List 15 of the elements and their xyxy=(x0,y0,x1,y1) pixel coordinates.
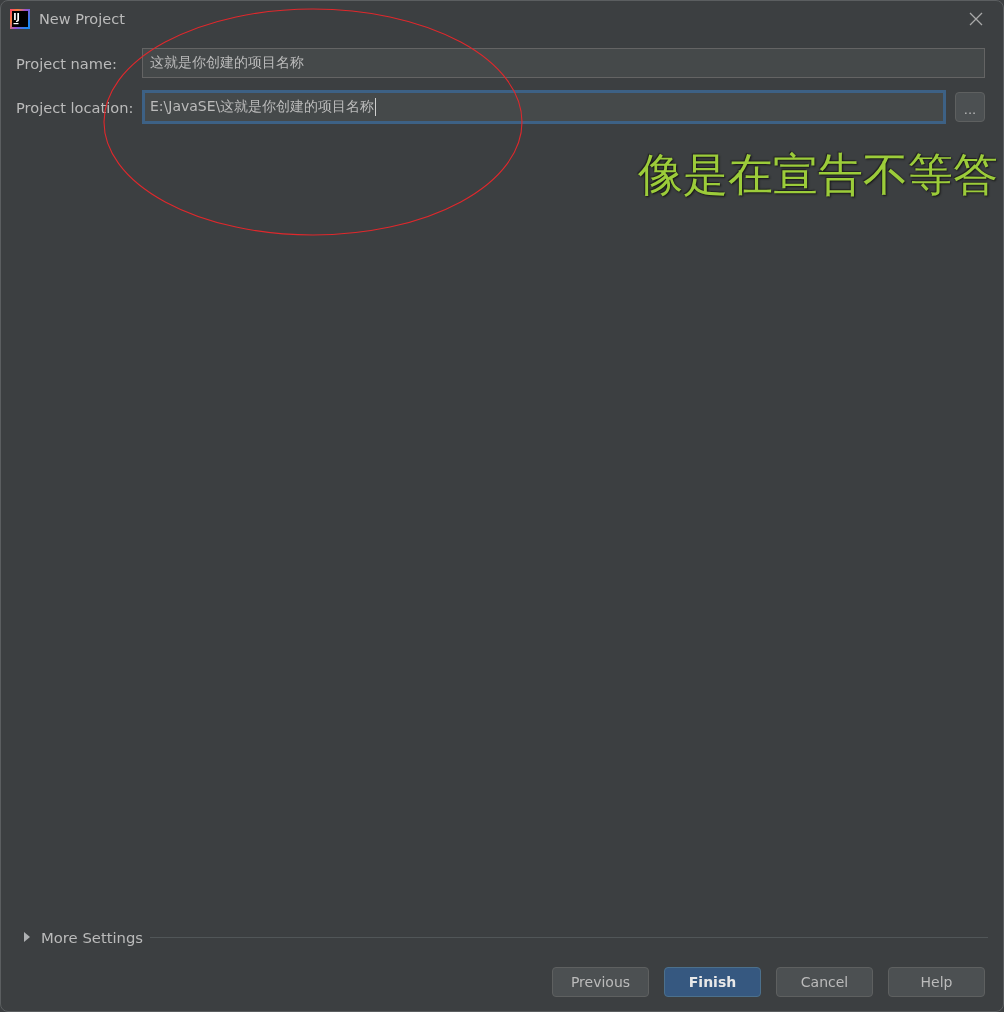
dialog-button[interactable]: Cancel xyxy=(776,967,873,997)
field-label: Project name: xyxy=(16,54,118,72)
dialog-button[interactable]: Previous xyxy=(552,967,649,997)
text-cursor-icon xyxy=(375,98,377,116)
disclosure-triangle-icon[interactable] xyxy=(22,932,32,942)
dialog-button[interactable]: Help xyxy=(888,967,985,997)
dialog-button[interactable]: Finish xyxy=(664,967,761,997)
more-settings-toggle[interactable]: More Settings xyxy=(22,928,144,946)
text-field[interactable]: E:\JavaSE\这就是你创建的项目名称 xyxy=(142,90,946,124)
window-title: New Project xyxy=(39,10,126,27)
close-button[interactable] xyxy=(969,11,983,26)
text-field[interactable]: 这就是你创建的项目名称 xyxy=(142,48,985,78)
browse-button[interactable]: ... xyxy=(955,92,985,122)
annotation-caption: 像是在宣告不等答 xyxy=(638,147,998,203)
app-logo-icon: IJ xyxy=(10,8,30,29)
